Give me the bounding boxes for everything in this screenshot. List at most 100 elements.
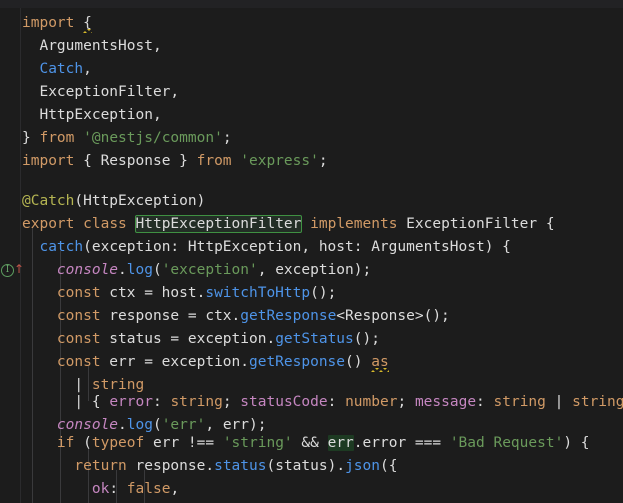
code-token: && — [292, 435, 328, 451]
code-line[interactable]: HttpException, — [22, 104, 162, 127]
code-token: : — [327, 394, 346, 410]
code-token: export — [22, 216, 75, 232]
code-token: from — [196, 153, 232, 169]
code-token: statusCode — [240, 394, 328, 410]
code-line[interactable]: return response.status(status).json({ — [22, 455, 397, 478]
warning-squiggle[interactable]: as — [371, 351, 390, 374]
code-token: : — [476, 394, 494, 410]
code-token: switchToHttp — [205, 285, 311, 301]
code-token: (); — [353, 331, 380, 347]
code-token: } — [22, 130, 31, 146]
code-token: const — [56, 331, 101, 347]
code-token: string — [493, 394, 546, 410]
code-token: ; — [222, 130, 232, 146]
code-token: () — [345, 354, 372, 370]
code-token: ; — [318, 153, 328, 169]
code-token: import — [22, 153, 75, 169]
code-token: ; — [397, 394, 415, 410]
occurrence-highlight[interactable]: err — [327, 435, 354, 451]
code-token: @Catch — [22, 193, 75, 209]
code-token: console — [56, 262, 119, 278]
code-token: typeof — [91, 435, 145, 451]
code-token: , — [170, 481, 180, 497]
code-token: string — [572, 394, 623, 410]
code-line[interactable]: catch(exception: HttpException, host: Ar… — [22, 236, 510, 259]
code-line[interactable]: status: status, — [22, 498, 223, 503]
implements-circle-icon: I — [1, 264, 14, 277]
code-token: if — [56, 435, 75, 451]
code-token: return — [74, 458, 127, 474]
code-token: class — [83, 216, 127, 232]
code-token: json — [345, 458, 380, 474]
code-token: log — [126, 262, 153, 278]
code-token: implements — [310, 216, 398, 232]
code-line[interactable]: ArgumentsHost, — [22, 35, 162, 58]
code-editor-window[interactable]: I ↑ import { ArgumentsHost, Catch, Excep… — [0, 0, 623, 503]
code-token: . — [118, 262, 127, 278]
code-token: from — [39, 130, 75, 146]
code-token: HttpException, — [22, 107, 162, 123]
code-token: | — [545, 394, 573, 410]
code-token: number — [345, 394, 398, 410]
editor-gutter[interactable]: I ↑ — [0, 8, 25, 503]
code-line[interactable]: Catch, — [22, 58, 92, 81]
code-line[interactable]: @Catch(HttpException) — [22, 190, 205, 213]
code-line[interactable]: export class HttpExceptionFilter impleme… — [22, 213, 555, 236]
arrow-up-icon: ↑ — [14, 262, 25, 276]
code-line[interactable]: if (typeof err !== 'string' && err.error… — [22, 432, 590, 455]
code-token: 'exception' — [161, 262, 258, 278]
code-token: console — [56, 417, 119, 433]
code-line[interactable]: | { error: string; statusCode: number; m… — [22, 391, 623, 414]
code-token: err = exception. — [100, 354, 249, 370]
code-token: Catch — [39, 61, 84, 77]
code-token: { Response } — [74, 153, 197, 169]
code-line[interactable]: } from '@nestjs/common'; — [22, 127, 232, 150]
code-line[interactable]: const ctx = host.switchToHttp(); — [22, 282, 336, 305]
code-token: const — [56, 308, 101, 324]
code-line[interactable]: const status = exception.getStatus(); — [22, 328, 380, 351]
code-line[interactable]: import { — [22, 12, 92, 35]
code-token: (status). — [266, 458, 346, 474]
code-token: .error === — [353, 435, 450, 451]
code-token: <Response>(); — [336, 308, 450, 324]
code-token: log — [126, 417, 153, 433]
implements-member-marker-icon[interactable]: I ↑ — [1, 261, 25, 281]
code-token: ( — [74, 435, 92, 451]
code-token: ; — [222, 394, 241, 410]
code-token: err !== — [144, 435, 223, 451]
code-token: getResponse — [248, 354, 346, 370]
code-token: '@nestjs/common' — [83, 130, 223, 146]
warning-squiggle[interactable]: { — [83, 12, 92, 35]
code-token: ({ — [379, 458, 398, 474]
code-token: ExceptionFilter, — [22, 84, 180, 100]
code-token: (HttpException) — [74, 193, 206, 209]
code-token: ok — [91, 481, 110, 497]
code-token: error — [109, 394, 153, 410]
code-token: , exception); — [257, 262, 372, 278]
code-line[interactable]: const response = ctx.getResponse<Respons… — [22, 305, 450, 328]
code-token: , — [83, 61, 92, 77]
code-line[interactable]: import { Response } from 'express'; — [22, 150, 328, 173]
symbol-selection-box[interactable]: HttpExceptionFilter — [134, 215, 303, 233]
code-line[interactable]: ExceptionFilter, — [22, 81, 179, 104]
code-token: 'string' — [222, 435, 293, 451]
code-line[interactable]: console.log('exception', exception); — [22, 259, 371, 282]
code-token: | { — [22, 394, 110, 410]
code-text-surface[interactable]: import { ArgumentsHost, Catch, Exception… — [22, 8, 623, 503]
code-token: : — [152, 394, 171, 410]
code-token: import — [22, 15, 75, 31]
code-token: , err); — [205, 417, 267, 433]
code-token: ArgumentsHost, — [22, 38, 162, 54]
code-token: getResponse — [240, 308, 337, 324]
code-line[interactable]: const err = exception.getResponse() as — [22, 351, 390, 374]
